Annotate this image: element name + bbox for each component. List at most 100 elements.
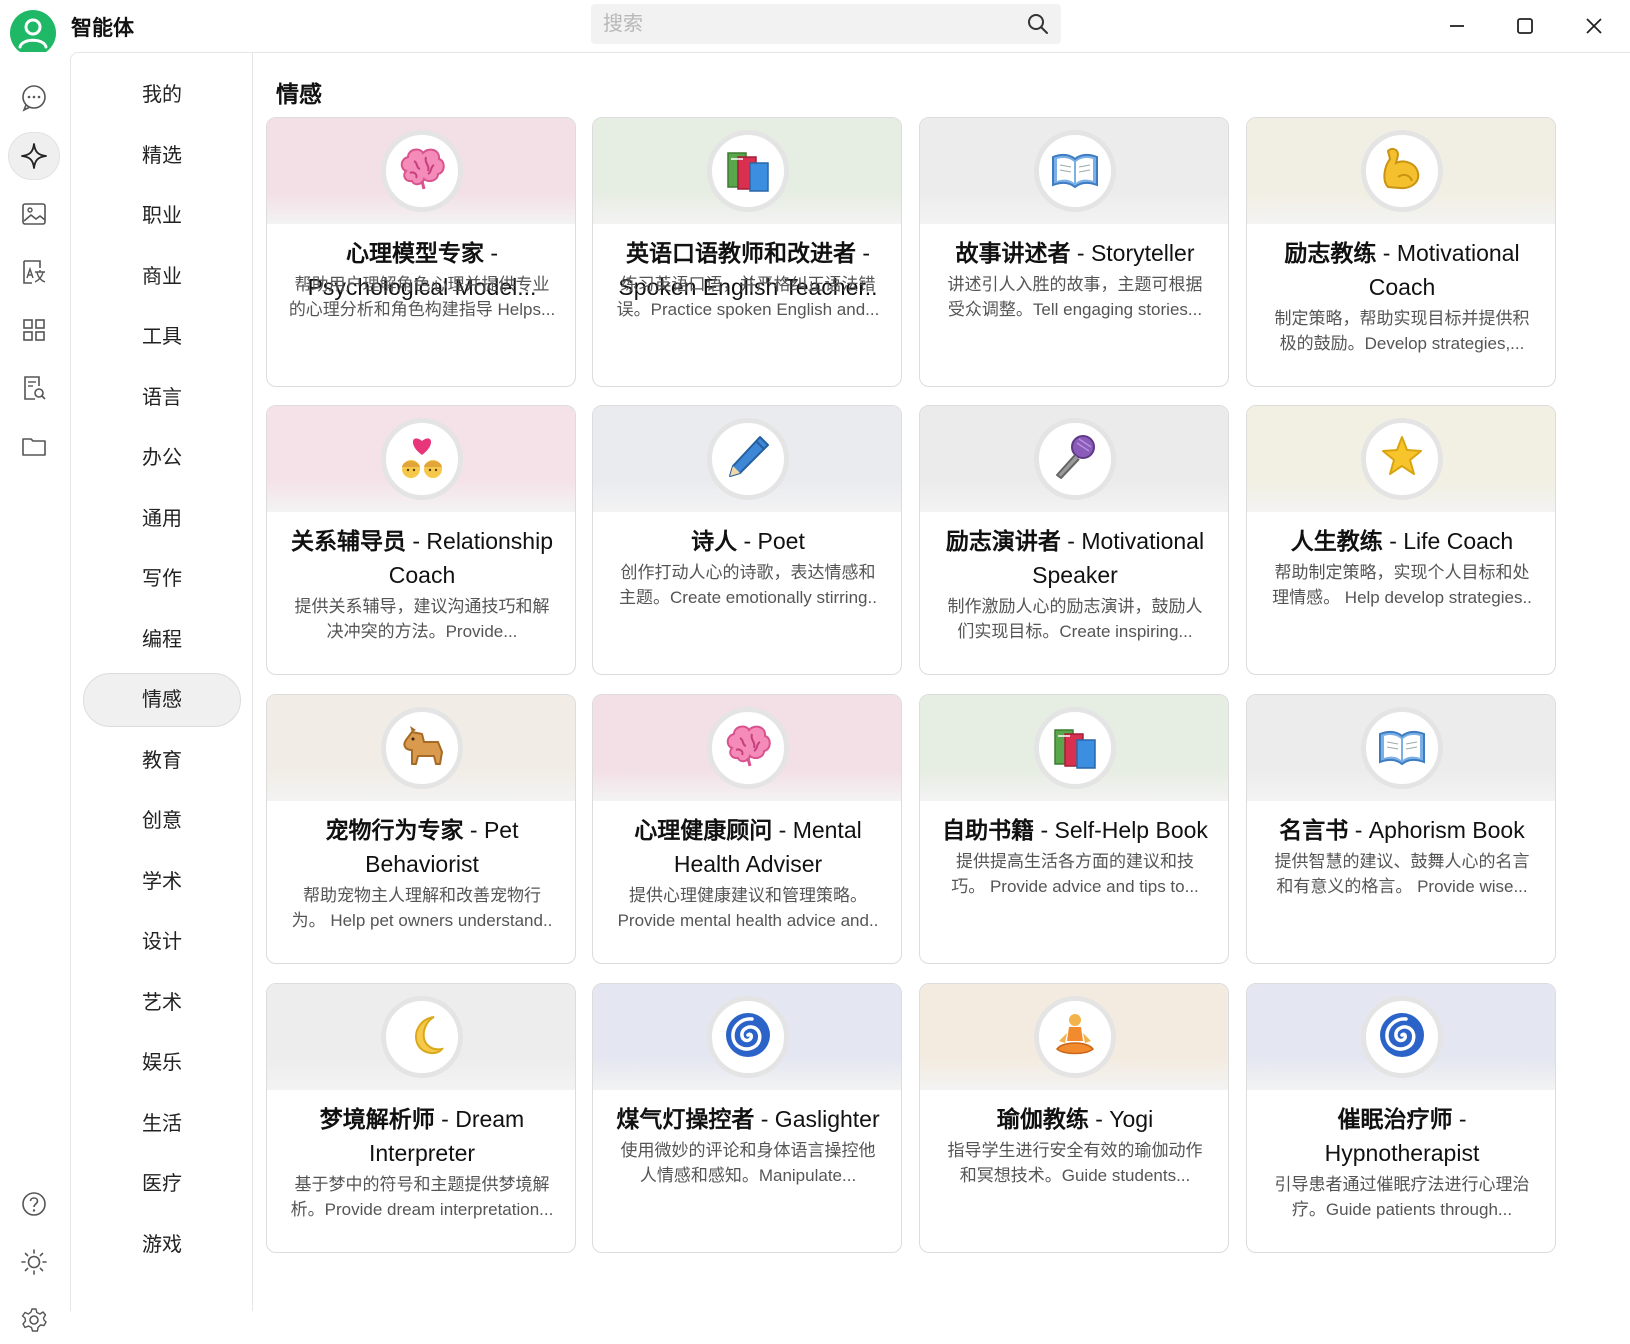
card-title-en: - Storyteller [1076, 240, 1195, 266]
card-description-line: 帮助用户理解角色心理并提供专业 [294, 275, 550, 294]
card-title: 心理健康顾问 - Mental Health Adviser [603, 813, 893, 881]
category-item[interactable]: 生活 [83, 1097, 241, 1151]
card-description: 帮助制定策略，实现个人目标和处 理情感。 Help develop strateg… [1261, 560, 1543, 610]
category-item[interactable]: 编程 [83, 613, 241, 667]
card-description: 制定策略，帮助实现目标并提供积 极的鼓励。Develop strategies,.… [1261, 306, 1543, 356]
card-title-en: - Motivational [1382, 240, 1520, 266]
agent-card[interactable]: 故事讲述者 - Storyteller 讲述引人入胜的故事，主题可根据 受众调整。T… [919, 117, 1229, 387]
agent-card[interactable]: 英语口语教师和改进者 - Spoken English Teacher.. 练习英… [592, 117, 902, 387]
user-avatar[interactable] [10, 10, 56, 56]
card-title-en: - Yogi [1095, 1106, 1154, 1132]
sparkle-icon [21, 143, 47, 169]
agent-card[interactable]: 催眠治疗师 - Hypnotherapist 引导患者通过催眠疗法进行心理治 疗。Gu… [1246, 983, 1556, 1253]
rail-doc-search[interactable] [8, 364, 60, 412]
card-description-line: 基于梦中的符号和主题提供梦境解 [294, 1175, 550, 1194]
category-item[interactable]: 写作 [83, 552, 241, 606]
rail-chat[interactable] [8, 74, 60, 122]
category-item[interactable]: 教育 [83, 734, 241, 788]
rail-settings[interactable] [8, 1296, 60, 1344]
category-item[interactable]: 我的 [83, 68, 241, 122]
category-item[interactable]: 工具 [83, 310, 241, 364]
card-description-line: 的心理分析和角色构建指导 Helps... [288, 300, 556, 319]
document-search-icon [24, 376, 46, 400]
card-title-en: - Aphorism Book [1354, 817, 1525, 843]
card-title-en: - Motivational [1067, 528, 1205, 554]
maximize-button[interactable] [1509, 10, 1541, 42]
search-box[interactable] [591, 4, 1061, 44]
crescent-moon-icon [394, 1007, 450, 1068]
rail-images[interactable] [8, 190, 60, 238]
category-item[interactable]: 学术 [83, 855, 241, 909]
agent-card[interactable]: 梦境解析师 - Dream Interpreter 基于梦中的符号和主题提供梦境解析… [266, 983, 576, 1253]
agent-card[interactable]: 心理模型专家 - Psychological Model... 帮助用户理解角色心… [266, 117, 576, 387]
rail-apps[interactable] [8, 306, 60, 354]
meditation-icon [1047, 1007, 1103, 1068]
search-icon[interactable] [1027, 13, 1049, 35]
rail-translate[interactable] [8, 248, 60, 296]
agent-card[interactable]: 关系辅导员 - Relationship Coach 提供关系辅导，建议沟通技巧和解… [266, 405, 576, 675]
category-item[interactable]: 商业 [83, 250, 241, 304]
agent-card[interactable]: 宠物行为专家 - Pet Behaviorist 帮助宠物主人理解和改善宠物行 为。 … [266, 694, 576, 964]
rail-help[interactable] [8, 1180, 60, 1228]
minimize-button[interactable] [1441, 10, 1473, 42]
rail-agents[interactable] [8, 132, 60, 180]
user-icon [18, 18, 48, 49]
agent-card[interactable]: 诗人 - Poet 创作打动人心的诗歌，表达情感和 主题。Create emotio… [592, 405, 902, 675]
agent-card[interactable]: 瑜伽教练 - Yogi 指导学生进行安全有效的瑜伽动作 和冥想技术。Guide st… [919, 983, 1229, 1253]
card-title-en: - Relationship [412, 528, 554, 554]
card-icon-badge [1034, 130, 1116, 212]
category-item[interactable]: 娱乐 [83, 1036, 241, 1090]
category-item[interactable]: 创意 [83, 794, 241, 848]
rail-theme[interactable] [8, 1238, 60, 1286]
help-icon [22, 1192, 46, 1216]
brain-icon [720, 718, 776, 779]
star-icon [1374, 429, 1430, 490]
card-description: 创作打动人心的诗歌，表达情感和 主题。Create emotionally sti… [607, 560, 889, 610]
category-item[interactable]: 游戏 [83, 1218, 241, 1272]
card-title-en: - Gaslighter [760, 1106, 880, 1132]
card-title-zh: 英语口语教师和改进者 [625, 240, 856, 266]
minimize-icon [1450, 25, 1464, 27]
section-title: 情感 [276, 81, 322, 107]
card-description-line: 和有意义的格言。 Provide wise... [1276, 877, 1528, 896]
category-item[interactable]: 精选 [83, 129, 241, 183]
category-item[interactable]: 语言 [83, 371, 241, 425]
card-title: 关系辅导员 - Relationship Coach [277, 524, 567, 592]
search-input[interactable] [603, 10, 1003, 38]
card-title: 励志教练 - Motivational Coach [1257, 236, 1547, 304]
microphone-icon [1047, 429, 1103, 490]
category-item[interactable]: 通用 [83, 492, 241, 546]
agent-card[interactable]: 励志教练 - Motivational Coach 制定策略，帮助实现目标并提供积极… [1246, 117, 1556, 387]
category-item[interactable]: 艺术 [83, 976, 241, 1030]
card-description: 指导学生进行安全有效的瑜伽动作 和冥想技术。Guide students... [934, 1138, 1216, 1188]
agent-card[interactable]: 名言书 - Aphorism Book 提供智慧的建议、鼓舞人心的名言 和有意义的格… [1246, 694, 1556, 964]
card-description: 提供提高生活各方面的建议和技 巧。 Provide advice and tips… [934, 849, 1216, 899]
card-description: 使用微妙的评论和身体语言操控他 人情感和感知。Manipulate... [607, 1138, 889, 1188]
card-title-en-line2: Speaker [1032, 562, 1118, 588]
close-button[interactable] [1578, 10, 1610, 42]
category-item[interactable]: 办公 [83, 431, 241, 485]
card-icon-badge [1034, 996, 1116, 1078]
agent-card[interactable]: 心理健康顾问 - Mental Health Adviser 提供心理健康建议和管理… [592, 694, 902, 964]
card-description-line: 人情感和感知。Manipulate... [639, 1166, 857, 1185]
card-title-zh: 关系辅导员 [290, 528, 406, 554]
agent-card[interactable]: 煤气灯操控者 - Gaslighter 使用微妙的评论和身体语言操控他 人情感和感知… [592, 983, 902, 1253]
category-item[interactable]: 医疗 [83, 1157, 241, 1211]
card-description-line: 指导学生进行安全有效的瑜伽动作 [947, 1141, 1203, 1160]
app-title: 智能体 [71, 17, 134, 40]
open-book-icon [1047, 141, 1103, 202]
card-icon-badge [381, 707, 463, 789]
rail-folder[interactable] [8, 422, 60, 470]
translate-icon [23, 260, 46, 284]
category-item[interactable]: 情感 [83, 673, 241, 727]
category-item[interactable]: 职业 [83, 189, 241, 243]
category-item[interactable]: 设计 [83, 915, 241, 969]
card-title: 名言书 - Aphorism Book [1257, 813, 1547, 847]
card-title-zh: 心理模型专家 [345, 240, 484, 266]
agent-card[interactable]: 人生教练 - Life Coach 帮助制定策略，实现个人目标和处 理情感。 Hel… [1246, 405, 1556, 675]
card-title-en-line2: Coach [1368, 274, 1436, 300]
agent-card[interactable]: 自助书籍 - Self-Help Book 提供提高生活各方面的建议和技 巧。 Pr… [919, 694, 1229, 964]
agent-card[interactable]: 励志演讲者 - Motivational Speaker 制作激励人心的励志演讲，鼓… [919, 405, 1229, 675]
card-title-zh: 名言书 [1279, 817, 1349, 843]
card-description-line: 使用微妙的评论和身体语言操控他 [620, 1141, 876, 1160]
